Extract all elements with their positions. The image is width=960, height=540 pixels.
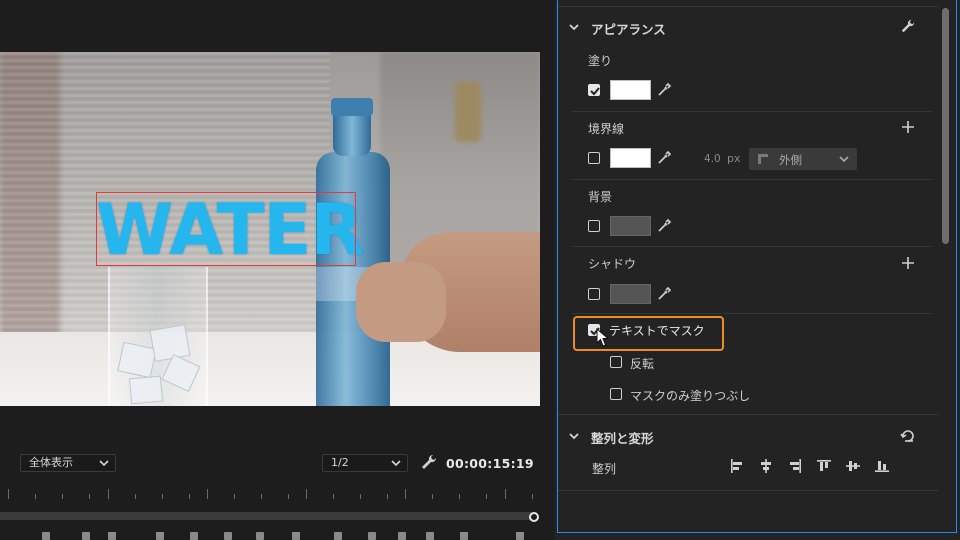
mask-fill-only-checkbox[interactable] [610, 388, 622, 400]
background-color-swatch[interactable] [610, 216, 651, 236]
compare-icon[interactable] [460, 532, 468, 540]
shadow-color-swatch[interactable] [610, 284, 651, 304]
align-right-icon[interactable] [787, 458, 803, 474]
invert-checkbox[interactable] [610, 356, 622, 368]
go-to-in-icon[interactable] [108, 532, 116, 540]
background-checkbox[interactable] [588, 220, 600, 232]
glass [108, 267, 208, 406]
reset-icon[interactable] [900, 428, 916, 444]
panel-scrollbar[interactable] [942, 8, 949, 244]
add-button-icon[interactable] [516, 532, 524, 540]
divider [572, 179, 932, 180]
align-left-icon[interactable] [729, 458, 745, 474]
chevron-down-icon [99, 460, 109, 467]
step-forward-icon[interactable] [224, 532, 232, 540]
stroke-position-label: 外側 [779, 153, 802, 167]
shadow-checkbox[interactable] [588, 288, 600, 300]
ice-cube [117, 341, 157, 379]
eyedropper-icon[interactable] [656, 82, 672, 98]
extract-icon[interactable] [334, 532, 342, 540]
divider [558, 414, 938, 415]
bottle-cap [331, 98, 373, 116]
mark-in-icon[interactable] [42, 532, 50, 540]
stroke-width-unit: px [727, 152, 741, 165]
divider [572, 111, 932, 112]
program-monitor: WATER 全体表示 1/2 00:00:15:19 [0, 0, 553, 540]
stroke-label: 境界線 [588, 122, 625, 136]
ice-cube [149, 324, 191, 362]
chevron-down-icon[interactable] [568, 430, 580, 442]
chevron-down-icon[interactable] [568, 21, 580, 33]
zoom-level-label: 全体表示 [29, 456, 73, 469]
divider [572, 246, 932, 247]
camera-icon[interactable] [398, 532, 406, 540]
checkmark-icon [590, 87, 600, 96]
playback-scrubber[interactable] [0, 512, 534, 520]
text-selection-box[interactable] [96, 192, 356, 266]
vr-icon[interactable] [426, 532, 434, 540]
add-shadow-icon[interactable] [901, 256, 915, 270]
eyedropper-icon[interactable] [656, 150, 672, 166]
eyedropper-icon[interactable] [656, 286, 672, 302]
chevron-down-icon [391, 460, 401, 467]
add-stroke-icon[interactable] [901, 120, 915, 134]
align-center-v-icon[interactable] [845, 458, 861, 474]
background-jar [455, 82, 481, 142]
background-label: 背景 [588, 190, 613, 204]
playback-resolution-select[interactable]: 1/2 [322, 454, 408, 472]
zoom-level-select[interactable]: 全体表示 [20, 454, 116, 472]
wrench-icon[interactable] [420, 453, 438, 471]
mark-out-icon[interactable] [82, 532, 90, 540]
wrench-icon[interactable] [900, 18, 916, 34]
time-ruler[interactable] [0, 485, 540, 499]
export-frame-icon[interactable] [368, 532, 376, 540]
video-frame[interactable]: WATER [0, 52, 540, 406]
stroke-width-value[interactable]: 4.0 [704, 153, 721, 165]
divider [572, 313, 932, 314]
transport-controls [30, 532, 530, 540]
monitor-controls: 全体表示 1/2 00:00:15:19 [0, 448, 553, 478]
mouse-cursor-icon [596, 328, 610, 347]
go-to-out-icon[interactable] [256, 532, 264, 540]
hand [356, 262, 446, 342]
divider [558, 6, 938, 7]
ice-cube [128, 375, 164, 405]
shadow-label: シャドウ [588, 257, 637, 271]
lift-icon[interactable] [292, 532, 300, 540]
divider [558, 490, 938, 491]
align-top-icon[interactable] [816, 458, 832, 474]
align-center-h-icon[interactable] [758, 458, 774, 474]
align-label: 整列 [592, 462, 617, 476]
stroke-checkbox[interactable] [588, 152, 600, 164]
appearance-section-title[interactable]: アピアランス [591, 19, 666, 38]
fill-color-swatch[interactable] [610, 80, 651, 100]
mask-fill-only-label[interactable]: マスクのみ塗りつぶし [630, 387, 750, 404]
invert-label[interactable]: 反転 [630, 355, 654, 372]
fill-label: 塗り [588, 54, 613, 68]
step-back-icon[interactable] [156, 532, 164, 540]
timecode[interactable]: 00:00:15:19 [446, 456, 534, 471]
play-icon[interactable] [190, 532, 198, 540]
chevron-down-icon [839, 156, 849, 163]
stroke-outer-icon [758, 154, 768, 164]
stroke-position-dropdown[interactable]: 外側 [749, 148, 857, 170]
playhead-handle[interactable] [529, 512, 539, 522]
align-bottom-icon[interactable] [874, 458, 890, 474]
align-transform-section-title[interactable]: 整列と変形 [591, 428, 654, 447]
fill-checkbox[interactable] [588, 84, 600, 96]
eyedropper-icon[interactable] [656, 218, 672, 234]
resolution-label: 1/2 [331, 456, 349, 469]
stroke-color-swatch[interactable] [610, 148, 651, 168]
